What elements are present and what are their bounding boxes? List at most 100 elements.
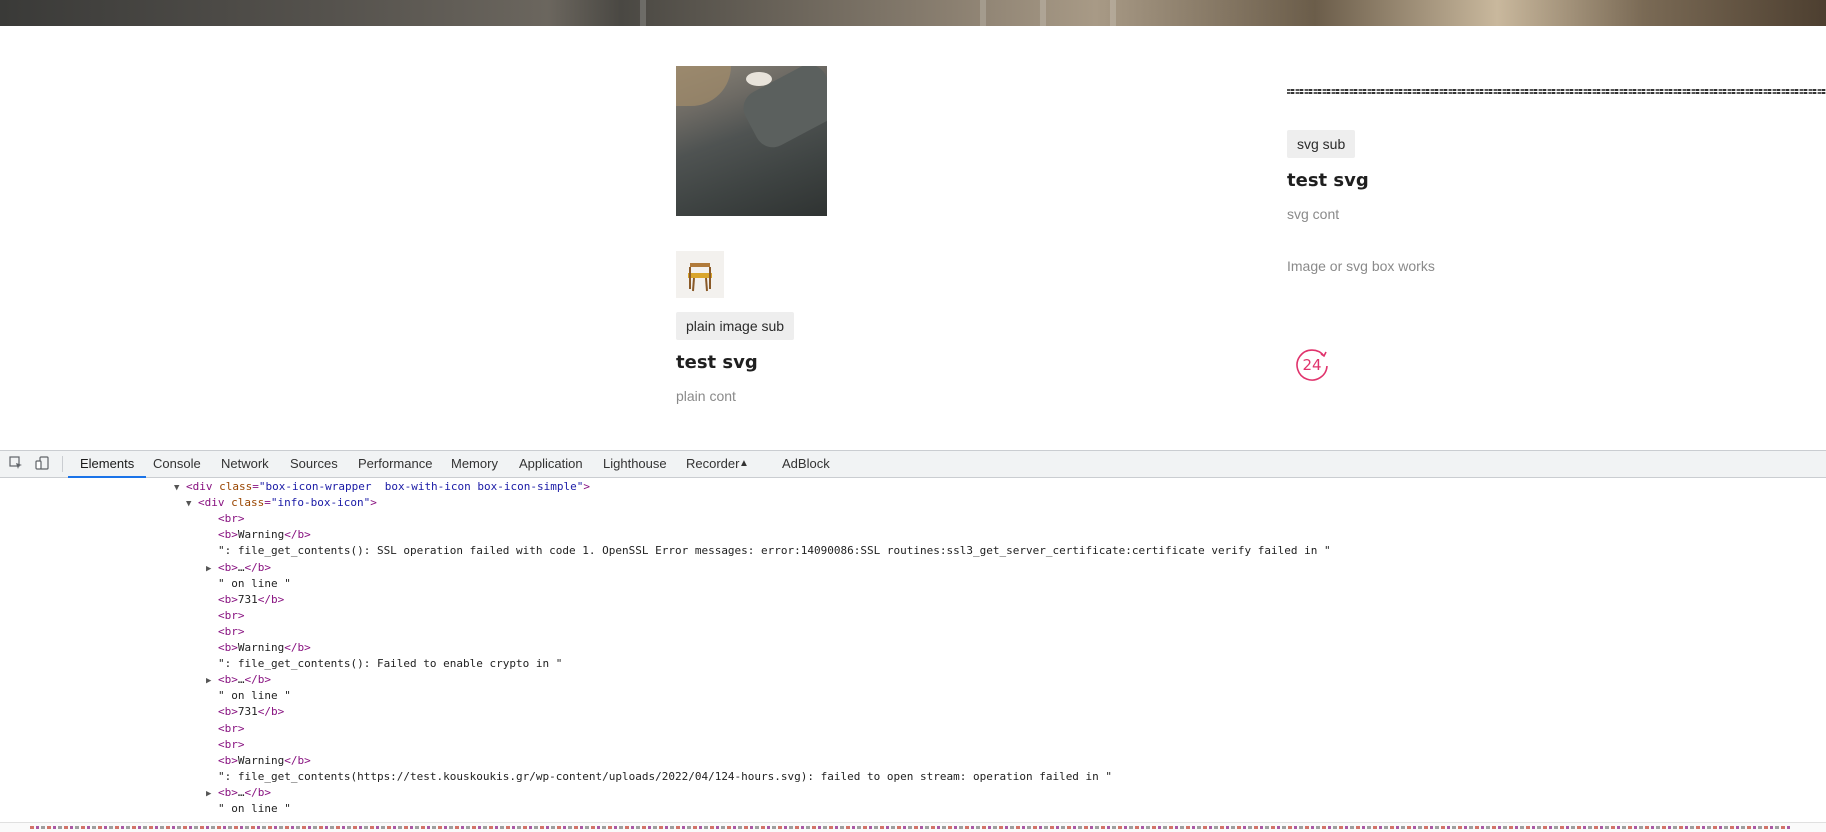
hero-image-detail — [980, 0, 986, 26]
dom-node-line[interactable]: ▶ <b>…</b> — [206, 560, 271, 576]
attr-value: "info-box-icon" — [270, 496, 371, 510]
dom-node-line[interactable]: ": file_get_contents(https://test.kousko… — [206, 769, 1112, 785]
device-toggle-icon[interactable] — [34, 456, 50, 472]
tag-open: <br> — [218, 737, 245, 751]
dom-node-line[interactable]: <br> — [206, 624, 245, 640]
expand-triangle-icon[interactable]: ▶ — [206, 786, 218, 802]
dom-node-line[interactable]: " on line " — [206, 576, 291, 592]
tag-close: </b> — [284, 753, 311, 767]
recorder-flask-icon: ▲ — [739, 458, 749, 469]
dom-node-line[interactable]: ▼ <div class="box-icon-wrapper box-with-i… — [174, 479, 590, 495]
tag-close: > — [583, 480, 591, 493]
hero-image-detail — [640, 0, 646, 26]
tag-open: <b> — [218, 673, 238, 687]
attr-value: "box-icon-wrapper box-with-icon box-icon… — [258, 480, 584, 493]
attr-equals: = — [264, 496, 271, 510]
dom-node-line[interactable]: <b>731</b> — [206, 704, 284, 720]
page-content: plain image sub test svg plain cont svg … — [0, 26, 1826, 450]
chair-icon — [688, 263, 712, 292]
broken-svg-text-line — [1287, 89, 1826, 91]
attr-name: class — [219, 480, 253, 493]
right-box-note: Image or svg box works — [1287, 258, 1435, 274]
right-box-subtitle-badge: svg sub — [1287, 130, 1356, 158]
tab-network[interactable]: Network — [221, 451, 269, 477]
tab-console[interactable]: Console — [153, 451, 201, 477]
chair-image — [676, 251, 724, 298]
dom-node-line[interactable]: <br> — [206, 608, 245, 624]
attr-name: class — [231, 496, 265, 510]
tag-open: <b> — [218, 592, 238, 606]
tag-open: <br> — [218, 512, 245, 526]
dom-node-line[interactable]: " on line " — [206, 801, 291, 817]
node-text: " on line " — [218, 576, 291, 590]
dom-node-line[interactable]: <br> — [206, 737, 245, 753]
expand-triangle-icon[interactable]: ▼ — [186, 496, 198, 512]
attr-equals: = — [252, 480, 259, 493]
24-hours-icon-text: 24 — [1302, 356, 1321, 374]
node-text: ": file_get_contents(https://test.kousko… — [218, 769, 1113, 783]
dom-node-line[interactable]: <b>Warning</b> — [206, 640, 311, 656]
left-box-content: plain cont — [676, 388, 736, 404]
tab-recorder[interactable]: Recorder — [686, 451, 739, 477]
dom-node-line[interactable]: <b>731</b> — [206, 592, 284, 608]
sofa-image — [676, 66, 827, 216]
expand-triangle-icon[interactable]: ▼ — [174, 480, 186, 496]
devtools-panel: Elements Console Network Sources Perform… — [0, 450, 1826, 832]
tab-lighthouse[interactable]: Lighthouse — [603, 451, 667, 477]
node-text: … — [237, 673, 245, 687]
toolbar-divider — [62, 456, 63, 472]
node-text: ": file_get_contents(): SSL operation fa… — [218, 544, 1331, 558]
dom-node-line[interactable]: <br> — [206, 721, 245, 737]
dom-node-line[interactable]: <b>Warning</b> — [206, 527, 311, 543]
right-box-content: svg cont — [1287, 206, 1340, 222]
tag-open: <b> — [218, 785, 238, 799]
dom-node-line[interactable]: <b>Warning</b> — [206, 753, 311, 769]
node-text: ": file_get_contents(): Failed to enable… — [218, 657, 563, 671]
node-text: " on line " — [218, 689, 291, 703]
hero-image — [0, 0, 1826, 26]
tab-adblock[interactable]: AdBlock — [782, 451, 830, 477]
node-text: 731 — [237, 592, 258, 606]
24-hours-icon: 24 — [1296, 349, 1328, 381]
dom-node-line[interactable]: ": file_get_contents(): SSL operation fa… — [206, 543, 1331, 559]
dom-node-line[interactable]: <br> — [206, 511, 245, 527]
dom-node-line[interactable]: " on line " — [206, 688, 291, 704]
dom-node-line[interactable]: ▶ <b>…</b> — [206, 672, 271, 688]
node-text: … — [237, 560, 245, 574]
tag-close: </b> — [244, 560, 272, 574]
tab-performance[interactable]: Performance — [358, 451, 432, 477]
tab-elements[interactable]: Elements — [67, 451, 147, 478]
tab-application[interactable]: Application — [519, 451, 583, 477]
expand-triangle-icon[interactable]: ▶ — [206, 561, 218, 577]
node-text: Warning — [237, 753, 285, 767]
breadcrumb-text — [30, 826, 1790, 829]
tab-sources[interactable]: Sources — [290, 451, 338, 477]
hero-image-detail — [1040, 0, 1046, 26]
tag-close: </b> — [284, 528, 311, 542]
tag-open: <b> — [218, 560, 238, 574]
tag-open: <b> — [218, 705, 238, 719]
node-text: … — [237, 785, 245, 799]
sofa-image-detail — [746, 72, 772, 86]
tag-open: <b> — [218, 641, 238, 654]
tab-memory[interactable]: Memory — [451, 451, 498, 477]
node-text: 731 — [237, 705, 258, 719]
devtools-toolbar: Elements Console Network Sources Perform… — [0, 451, 1826, 478]
dom-node-line[interactable]: ▼ <div class="info-box-icon"> — [186, 495, 377, 511]
dom-node-line[interactable]: ▶ <b>…</b> — [206, 785, 271, 801]
left-box-title: test svg — [676, 352, 758, 373]
inspect-element-icon[interactable] — [8, 456, 24, 472]
node-text: Warning — [237, 528, 285, 542]
node-text: Warning — [237, 641, 285, 654]
dom-node-line[interactable]: ": file_get_contents(): Failed to enable… — [206, 656, 562, 672]
tag-close: > — [370, 496, 377, 510]
left-box-subtitle-badge: plain image sub — [676, 312, 795, 340]
tag-close: </b> — [244, 785, 272, 799]
tag-close: </b> — [244, 673, 272, 687]
expand-triangle-icon[interactable]: ▶ — [206, 673, 218, 689]
tag-open: <div — [186, 480, 220, 493]
sofa-image-detail — [676, 66, 731, 106]
tag-close: </b> — [257, 705, 285, 719]
node-text: " on line " — [218, 802, 291, 815]
broken-svg-text-line — [1287, 92, 1826, 94]
